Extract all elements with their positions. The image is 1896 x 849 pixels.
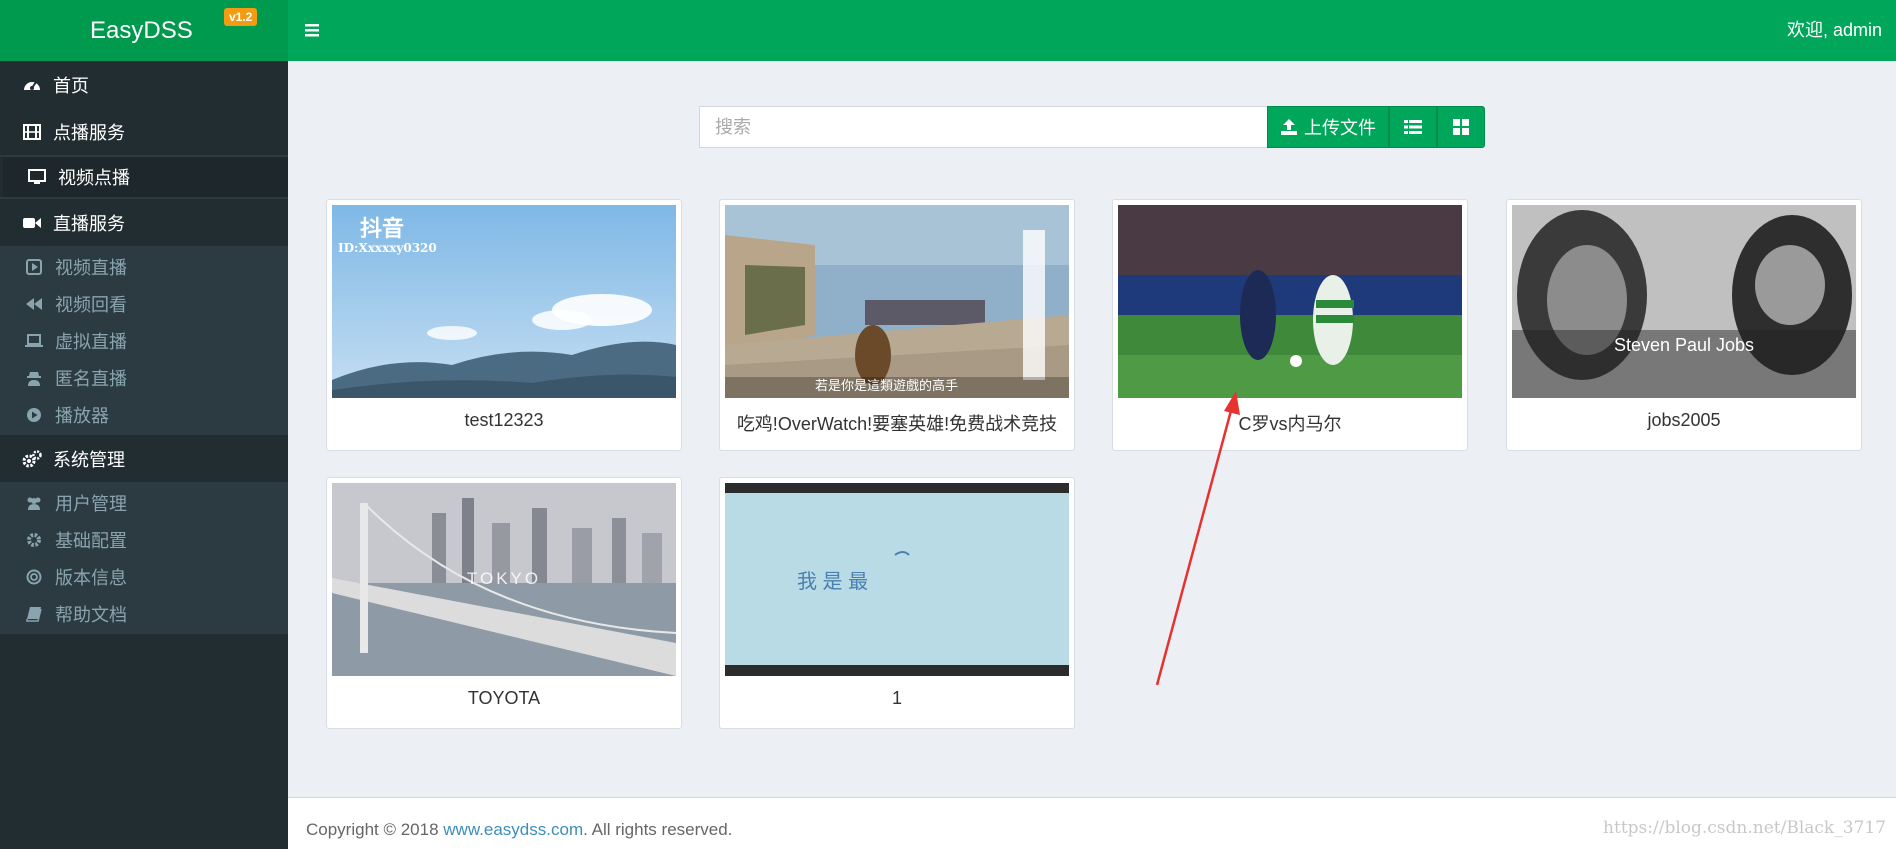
sidebar-item-anonymous-live[interactable]: 匿名直播 [0,359,288,396]
sidebar-menu: 首页 点播服务 视频点播 直播服务 视频直播 视频回看 虚拟直播 匿名直播 播放… [0,61,288,634]
sidebar-item-label: 播放器 [55,405,109,426]
search-input[interactable] [699,106,1268,148]
video-thumbnail [1118,205,1462,398]
video-card[interactable]: Steven Paul Jobs jobs2005 [1506,199,1862,451]
sidebar-item-label: 系统管理 [53,449,125,470]
grid-icon [1453,119,1469,135]
sidebar-item-help-docs[interactable]: 帮助文档 [0,595,288,632]
dashboard-icon [22,75,42,95]
watermark: https://blog.csdn.net/Black_3717 [1603,818,1886,838]
video-overlay-text: TOKYO [466,569,542,588]
copyright-prefix: Copyright © 2018 [306,820,444,839]
list-icon [1404,119,1422,135]
book-icon [24,604,44,624]
logo[interactable]: EasyDSS v1.2 [0,0,288,61]
sidebar-item-label: 匿名直播 [55,368,127,389]
video-card[interactable]: 抖音 ID:Xxxxxy0320 test12323 [326,199,682,451]
video-card[interactable]: 若是你是這類遊戲的高手 吃鸡!OverWatch!要塞英雄!免费战术竞技 [719,199,1075,451]
sidebar-item-video-vod[interactable]: 视频点播 [0,157,288,197]
version-badge: v1.2 [224,8,258,26]
list-view-button[interactable] [1389,106,1437,148]
video-overlay-text: 若是你是這類遊戲的高手 [815,378,959,393]
upload-button[interactable]: 上传文件 [1267,106,1389,148]
video-card[interactable]: 我 是 最 1 [719,477,1075,729]
sidebar-item-video-live[interactable]: 视频直播 [0,248,288,285]
sidebar-item-label: 直播服务 [53,213,125,234]
live-submenu: 视频直播 视频回看 虚拟直播 匿名直播 播放器 [0,246,288,435]
toolbar-buttons: 上传文件 [1267,106,1485,148]
video-title: test12323 [464,410,544,430]
video-camera-icon [22,213,42,233]
sidebar-item-home[interactable]: 首页 [0,61,288,108]
gear-icon [24,530,44,550]
video-title: jobs2005 [1647,410,1721,430]
site-link[interactable]: www.easydss.com [443,820,583,839]
video-thumbnail: 若是你是這類遊戲的高手 [725,205,1069,398]
annotation-arrow [1155,391,1240,686]
sidebar: EasyDSS v1.2 首页 点播服务 视频点播 直播服务 视频直播 视频回看… [0,0,288,849]
users-icon [24,493,44,513]
hamburger-icon [303,18,325,40]
user-secret-icon [24,368,44,388]
video-thumbnail: 我 是 最 [725,483,1069,676]
video-overlay-text: 抖音 [360,216,405,241]
video-card[interactable]: TOKYO TOYOTA [326,477,682,729]
video-overlay-text: 我 是 最 [797,571,869,593]
film-icon [22,122,42,142]
sidebar-item-system[interactable]: 系统管理 [0,435,288,482]
video-overlay-text: Steven Paul Jobs [1613,335,1755,355]
sidebar-item-label: 版本信息 [55,567,127,588]
sidebar-item-label: 视频点播 [58,168,130,188]
upload-label: 上传文件 [1304,118,1376,138]
video-thumbnail: 抖音 ID:Xxxxxy0320 [332,205,676,398]
cogs-icon [22,449,42,469]
sidebar-item-video-replay[interactable]: 视频回看 [0,285,288,322]
vod-submenu: 视频点播 [0,155,288,199]
sidebar-item-label: 虚拟直播 [55,331,127,352]
play-circle-icon [24,405,44,425]
app-name: EasyDSS [90,17,193,44]
sidebar-item-live-service[interactable]: 直播服务 [0,199,288,246]
sidebar-item-player[interactable]: 播放器 [0,396,288,433]
video-overlay-subtext: ID:Xxxxxy0320 [338,241,437,255]
sidebar-item-label: 首页 [53,75,89,96]
sidebar-item-label: 帮助文档 [55,604,127,625]
sidebar-item-virtual-live[interactable]: 虚拟直播 [0,322,288,359]
sidebar-item-label: 基础配置 [55,530,127,551]
backward-icon [24,294,44,314]
top-header: 欢迎, admin [288,0,1896,61]
sidebar-item-label: 视频回看 [55,294,127,315]
video-title: TOYOTA [467,688,541,708]
video-title: 1 [891,688,902,708]
copyright: Copyright © 2018 www.easydss.com. All ri… [306,798,732,849]
sidebar-item-label: 用户管理 [55,493,127,514]
video-thumbnail: Steven Paul Jobs [1512,205,1856,398]
sidebar-item-label: 视频直播 [55,257,127,278]
copyright-suffix: . All rights reserved. [583,820,733,839]
system-submenu: 用户管理 基础配置 版本信息 帮助文档 [0,482,288,634]
play-square-icon [24,257,44,277]
monitor-icon [27,167,47,187]
user-menu[interactable]: 欢迎, admin [1787,0,1882,61]
sidebar-item-basic-config[interactable]: 基础配置 [0,521,288,558]
footer: Copyright © 2018 www.easydss.com. All ri… [288,797,1896,849]
video-thumbnail: TOKYO [332,483,676,676]
upload-icon [1280,118,1298,136]
globe-icon [24,567,44,587]
grid-view-button[interactable] [1437,106,1485,148]
sidebar-item-version-info[interactable]: 版本信息 [0,558,288,595]
video-title: 吃鸡!OverWatch!要塞英雄!免费战术竞技 [736,414,1058,434]
sidebar-item-user-management[interactable]: 用户管理 [0,484,288,521]
sidebar-item-vod-service[interactable]: 点播服务 [0,108,288,155]
sidebar-toggle-button[interactable] [303,18,325,40]
laptop-icon [24,331,44,351]
sidebar-item-label: 点播服务 [53,122,125,143]
